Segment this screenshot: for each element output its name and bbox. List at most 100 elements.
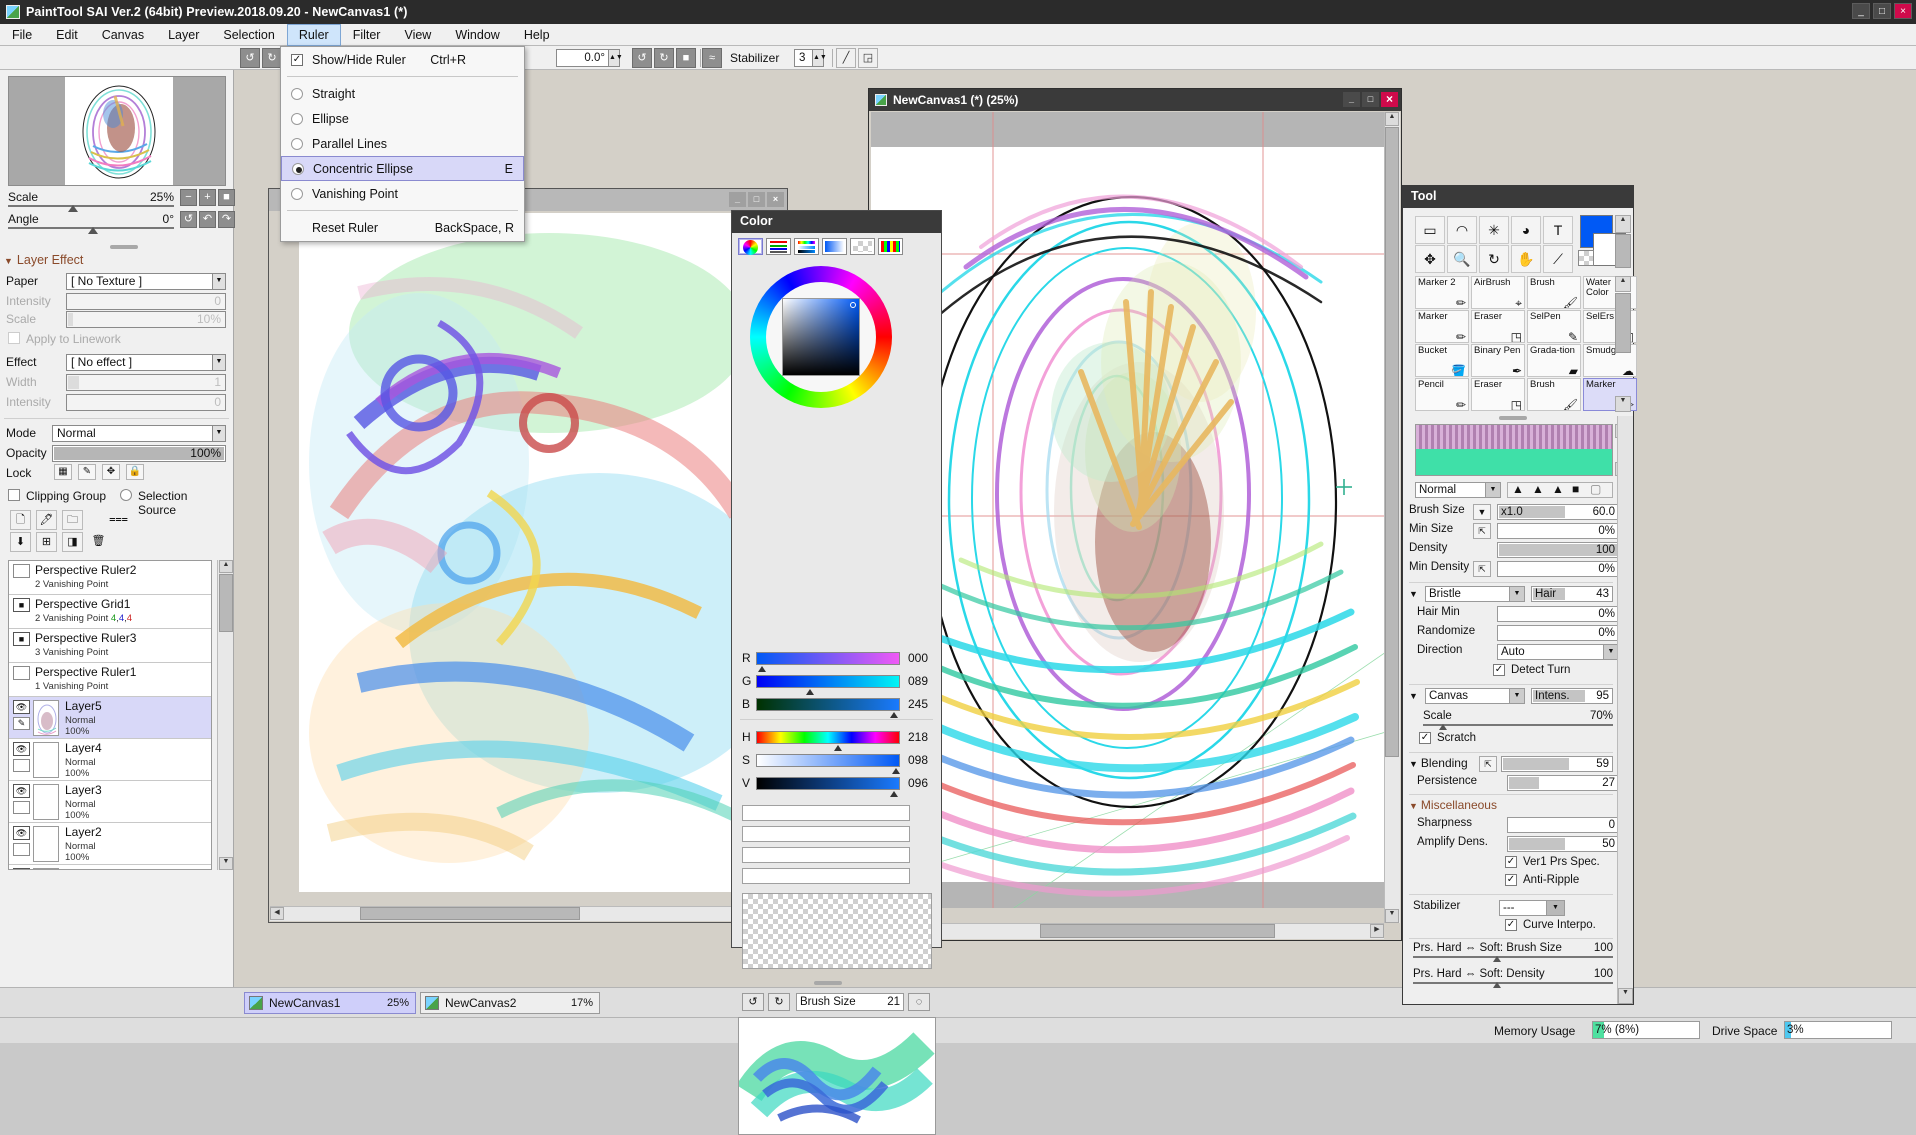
table-row[interactable]: Perspective Ruler1 1 Vanishing Point [9, 663, 211, 697]
amplify-density-field[interactable]: 50 [1507, 836, 1619, 852]
table-row[interactable]: 👁 ✎ Layer5 Normal 100% [9, 697, 211, 739]
chevron-down-icon[interactable]: ▼ [212, 426, 225, 441]
new-linework-layer-icon[interactable]: 🖊 [36, 510, 57, 530]
brush-scroll-down-arrow[interactable]: ▼ [1615, 396, 1631, 412]
layer-visibility-toggle[interactable] [13, 564, 30, 578]
select-rect-icon[interactable]: ▭ [1415, 216, 1445, 244]
chevron-down-icon[interactable]: ▼ [1509, 587, 1524, 601]
close-button[interactable]: × [1894, 3, 1912, 19]
tab-hsv-sliders[interactable] [794, 238, 819, 255]
swatch-row-3[interactable] [742, 847, 910, 863]
swatch-row-1[interactable] [742, 805, 910, 821]
tab-color-mixer[interactable] [822, 238, 847, 255]
brush-airbrush[interactable]: AirBrush⌖ [1471, 276, 1525, 309]
canvas-window-titlebar[interactable]: NewCanvas1 (*) (25%) _ □ × [869, 89, 1401, 111]
channel-bar-b[interactable] [756, 698, 900, 711]
tool-window-titlebar[interactable]: Tool [1403, 186, 1633, 208]
channel-bar-r[interactable] [756, 652, 900, 665]
show-hide-ruler-checkbox[interactable]: ✓ [291, 54, 303, 66]
table-row[interactable]: 👁 Layer1 Normal 100% [9, 865, 211, 870]
brush-pencil[interactable]: Pencil✏ [1415, 378, 1469, 411]
apply-linework-checkbox[interactable] [8, 332, 20, 344]
move-icon[interactable]: ✥ [1415, 245, 1445, 273]
canvas-artwork-back[interactable] [299, 213, 771, 892]
channel-bar-g[interactable] [756, 675, 900, 688]
min-size-pressure-icon[interactable]: ⇱ [1473, 523, 1491, 539]
brush-shape-preview[interactable] [1415, 424, 1613, 476]
brush-eraser-2[interactable]: Eraser◳ [1471, 378, 1525, 411]
menu-item-parallel-lines[interactable]: Parallel Lines [281, 131, 524, 156]
navigator-scale-slider[interactable]: Scale 25% [6, 190, 176, 212]
brush-gradation[interactable]: Grada-tion▰ [1527, 344, 1581, 377]
brush-brush-2[interactable]: Brush🖌 [1527, 378, 1581, 411]
effect-select[interactable]: [ No effect ] ▼ [66, 354, 226, 371]
clipping-group-checkbox[interactable] [8, 489, 20, 501]
stabilizer-spinner[interactable]: ▲▼ [812, 49, 824, 67]
brush-marker[interactable]: Marker✏ [1415, 310, 1469, 343]
canvas-vscroll[interactable]: ▲ ▼ [1384, 112, 1400, 923]
scrollbar-thumb[interactable] [360, 907, 580, 920]
blending-pressure-icon[interactable]: ⇱ [1479, 756, 1497, 772]
hand-icon[interactable]: ✋ [1511, 245, 1541, 273]
lasso-icon[interactable]: ◠ [1447, 216, 1477, 244]
scrollbar-thumb[interactable] [1385, 127, 1399, 757]
ruler-tool-icon[interactable]: ◲ [858, 48, 878, 68]
brush-size-dropdown[interactable]: ▼ [1473, 504, 1491, 520]
layer-edit-toggle[interactable] [13, 759, 30, 772]
swatch-row-2[interactable] [742, 826, 910, 842]
tool-settings-scrollbar[interactable]: ▼ [1617, 416, 1633, 1004]
canvas-hscroll[interactable]: ◀ ▶ [870, 923, 1384, 939]
back-maximize-button[interactable]: □ [748, 192, 765, 207]
layer-visibility-toggle[interactable]: ■ [13, 632, 30, 646]
tool-scroll-up-arrow[interactable]: ▲ [1615, 215, 1631, 233]
new-layer-icon[interactable]: 🗋 [10, 510, 31, 530]
straight-radio[interactable] [291, 88, 303, 100]
menu-selection[interactable]: Selection [211, 24, 286, 46]
task-newcanvas2[interactable]: NewCanvas2 17% [420, 992, 600, 1014]
layer-visibility-toggle[interactable] [13, 666, 30, 680]
layer-edit-toggle[interactable]: ✎ [13, 717, 30, 730]
duplicate-layer-icon[interactable]: ⊞ [36, 532, 57, 552]
chevron-down-icon[interactable]: ▼ [212, 355, 225, 370]
layer-visibility-toggle[interactable]: 👁 [13, 868, 30, 870]
new-ruler-icon[interactable]: ⩶ [108, 510, 129, 530]
rotate-cw-button[interactable]: ↻ [654, 48, 674, 68]
tab-swatches[interactable] [878, 238, 903, 255]
back-minimize-button[interactable]: _ [729, 192, 746, 207]
menu-window[interactable]: Window [443, 24, 511, 46]
zoom-out-nav-button[interactable]: − [180, 189, 197, 206]
chevron-down-icon[interactable]: ▼ [1485, 483, 1500, 497]
color-window[interactable]: Color [731, 210, 942, 948]
shape-none-icon[interactable]: ▢ [1590, 482, 1601, 496]
bristle-select[interactable]: Bristle ▼ [1425, 586, 1525, 602]
hair-field[interactable]: Hair 43 [1531, 586, 1613, 602]
direction-select[interactable]: Auto ▼ [1497, 644, 1619, 660]
randomize-field[interactable]: 0% [1497, 625, 1619, 641]
opacity-slider[interactable]: 100% [52, 445, 226, 462]
navigator-angle-slider[interactable]: Angle 0° [6, 212, 176, 234]
layer-edit-toggle[interactable] [13, 843, 30, 856]
maximize-button[interactable]: □ [1873, 3, 1891, 19]
zoom-in-nav-button[interactable]: + [199, 189, 216, 206]
merge-down-icon[interactable]: ⬇ [10, 532, 31, 552]
chevron-down-icon[interactable]: ▼ [212, 274, 225, 289]
misc-section-header[interactable]: ▼Miscellaneous [1409, 798, 1497, 812]
hair-min-field[interactable]: 0% [1497, 606, 1619, 622]
menu-item-show-hide-ruler[interactable]: ✓ Show/Hide Ruler Ctrl+R [281, 47, 524, 72]
brush-eraser[interactable]: Eraser◳ [1471, 310, 1525, 343]
brush-scrollbar-thumb[interactable] [1615, 293, 1631, 353]
tab-color-wheel[interactable] [738, 238, 763, 255]
layer-visibility-toggle[interactable]: 👁 [13, 826, 30, 840]
color-panel-grip[interactable] [814, 981, 842, 985]
scratchpad-canvas[interactable] [738, 1017, 936, 1135]
color-window-titlebar[interactable]: Color [732, 211, 941, 233]
concentric-ellipse-radio[interactable] [292, 163, 304, 175]
color-square-picker[interactable] [782, 298, 860, 376]
blend-mode-select[interactable]: Normal ▼ [1415, 482, 1501, 498]
table-row[interactable]: Perspective Ruler2 2 Vanishing Point [9, 561, 211, 595]
chevron-down-icon[interactable]: ▼ [1509, 689, 1524, 703]
menu-filter[interactable]: Filter [341, 24, 393, 46]
blending-section-header[interactable]: ▼Blending [1409, 756, 1468, 770]
shape-square-icon[interactable]: ■ [1572, 482, 1579, 496]
scratchpad-undo-button[interactable]: ↺ [742, 993, 764, 1011]
